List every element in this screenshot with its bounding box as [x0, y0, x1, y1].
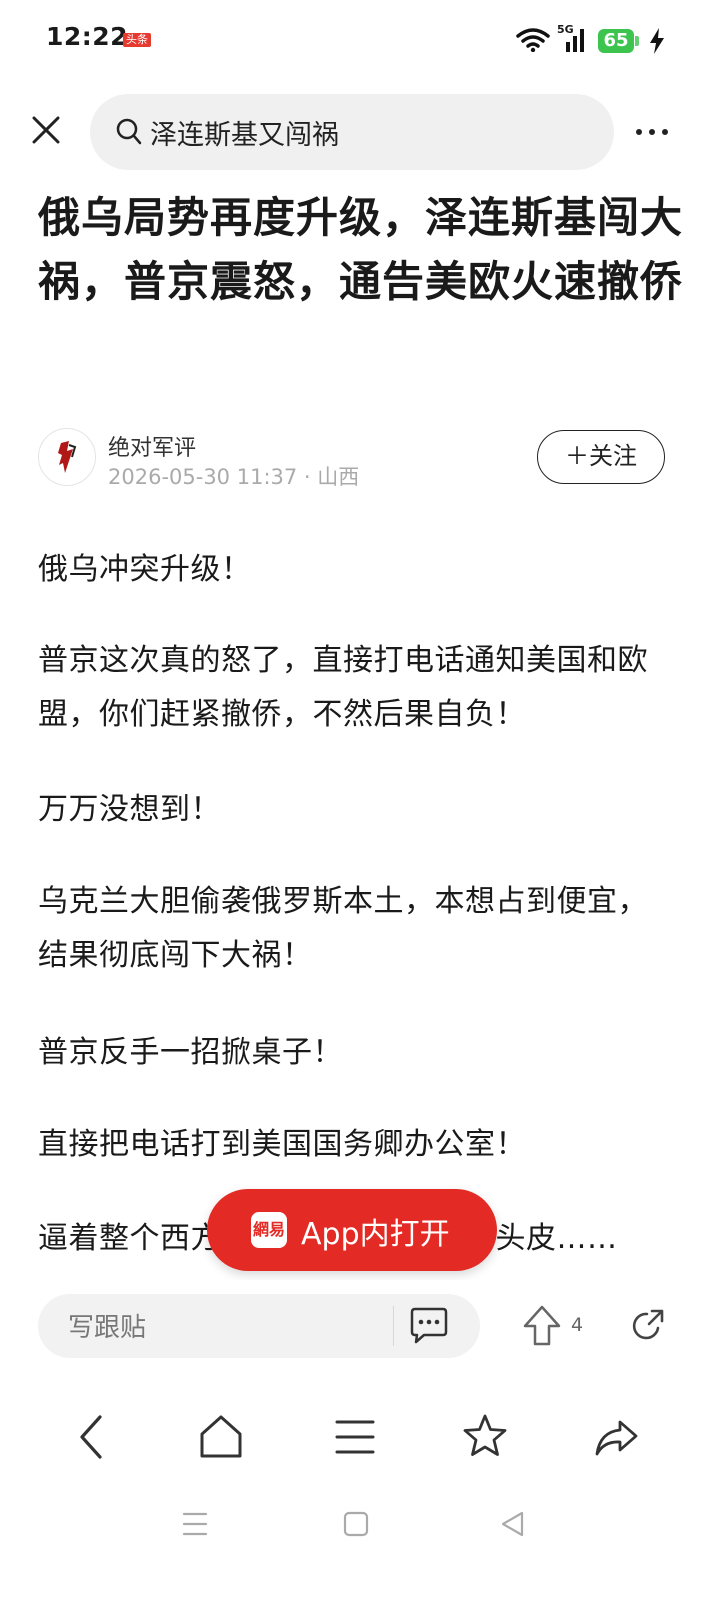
status-time: 12:22 — [46, 22, 129, 51]
upvote-count: 4 — [571, 1314, 584, 1336]
search-icon — [116, 118, 142, 145]
comment-placeholder: 写跟贴 — [68, 1313, 147, 1343]
article-paragraph: 万万没想到！ — [38, 792, 221, 827]
open-in-app-button[interactable]: 網易 App内打开 — [207, 1189, 497, 1271]
forward-share-icon[interactable] — [592, 1412, 642, 1462]
star-icon[interactable] — [461, 1412, 509, 1462]
netease-logo-icon: 網易 — [251, 1212, 287, 1248]
charging-icon — [650, 28, 664, 54]
search-query[interactable]: 泽连斯基又闯祸 — [150, 113, 339, 152]
divider — [393, 1306, 394, 1346]
article-paragraph: 普京反手一招掀桌子！ — [38, 1035, 343, 1070]
notification-badge: 头条 — [123, 33, 151, 47]
recent-apps-icon[interactable] — [182, 1510, 208, 1538]
article-title: 俄乌局势再度升级，泽连斯基闯大祸，普京震怒，通告美欧火速撤侨 — [38, 193, 684, 306]
upvote-arrow-icon[interactable] — [521, 1304, 563, 1348]
article-paragraph: 俄乌冲突升级！ — [38, 552, 252, 587]
battery-level: 65 — [598, 29, 634, 53]
more-icon[interactable] — [636, 120, 676, 140]
article-paragraph: 普京这次真的怒了，直接打电话通知美国和欧盟，你们赶紧撤侨，不然后果自负！ — [38, 643, 648, 732]
comment-icon[interactable] — [408, 1306, 450, 1346]
share-icon[interactable] — [630, 1308, 666, 1344]
system-home-icon[interactable] — [343, 1510, 369, 1538]
follow-button[interactable]: ＋关注 — [537, 430, 665, 484]
back-icon[interactable] — [72, 1412, 112, 1462]
system-back-icon[interactable] — [500, 1510, 526, 1538]
article-paragraph: 乌克兰大胆偷袭俄罗斯本土，本想占到便宜，结果彻底闯下大祸！ — [38, 884, 648, 973]
menu-icon[interactable] — [333, 1412, 377, 1462]
article-paragraph: 直接把电话打到美国国务卿办公室！ — [38, 1127, 526, 1162]
author-avatar[interactable] — [38, 428, 96, 486]
battery-indicator: 65 — [598, 29, 640, 53]
author-name[interactable]: 绝对军评 — [108, 430, 196, 462]
open-in-app-label: App内打开 — [301, 1217, 450, 1252]
close-icon[interactable] — [28, 112, 64, 148]
publish-meta: 2026-05-30 11:37 · 山西 — [108, 465, 360, 489]
wifi-icon — [516, 28, 550, 52]
home-icon[interactable] — [198, 1412, 244, 1462]
signal-icon — [566, 29, 584, 52]
